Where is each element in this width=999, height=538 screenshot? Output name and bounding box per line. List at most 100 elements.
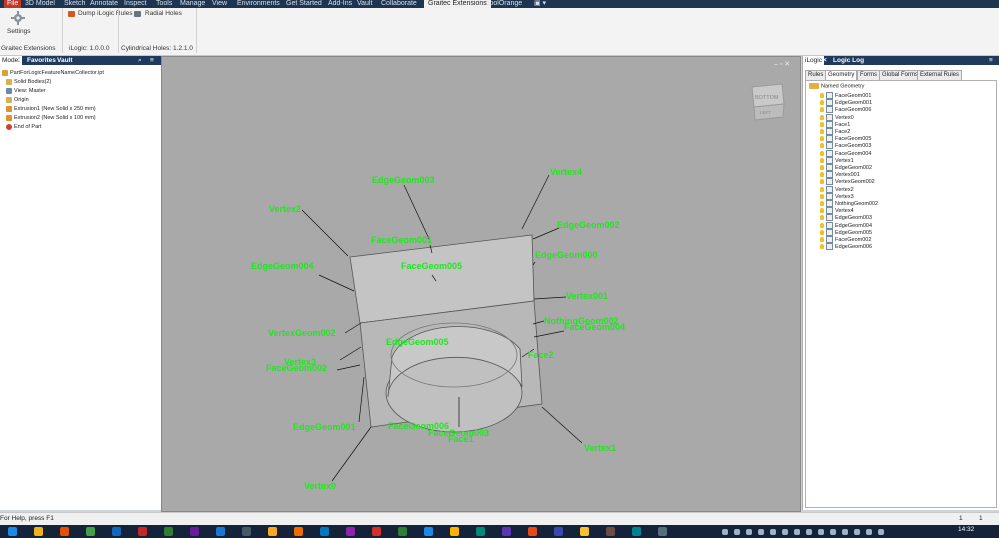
tray-icon[interactable]: [722, 529, 728, 535]
geometry-item[interactable]: Vertex1: [820, 156, 854, 164]
tab-favorites[interactable]: Favorites: [27, 56, 56, 65]
visibility-bulb-icon[interactable]: [820, 201, 824, 206]
geometry-item[interactable]: FaceGeom005: [820, 135, 871, 143]
taskbar-app-icon[interactable]: [632, 527, 641, 536]
taskbar-app-icon[interactable]: [216, 527, 225, 536]
taskbar-app-icon[interactable]: [528, 527, 537, 536]
menu-coolorange[interactable]: coolOrange: [486, 0, 522, 8]
visibility-bulb-icon[interactable]: [820, 215, 824, 221]
tab-logic-log[interactable]: Logic Log: [833, 56, 864, 65]
taskbar-app-icon[interactable]: [606, 527, 615, 536]
geometry-item[interactable]: Vertex4: [820, 207, 854, 215]
menu-add-ins[interactable]: Add-Ins: [328, 0, 352, 8]
geometry-item[interactable]: NothingGeom002: [820, 200, 878, 207]
menu-annotate[interactable]: Annotate: [90, 0, 118, 8]
radial-holes-button[interactable]: Radial Holes: [145, 10, 182, 17]
tab-ilogic[interactable]: iLogic: [803, 56, 824, 65]
geom-label[interactable]: Face2: [528, 350, 554, 360]
menu-3d-model[interactable]: 3D Model: [25, 0, 55, 8]
geom-label[interactable]: Vertex1: [584, 443, 616, 453]
geometry-item[interactable]: Face2: [820, 128, 850, 135]
geom-label[interactable]: Vertex001: [566, 291, 608, 301]
settings-icon[interactable]: [11, 11, 25, 25]
visibility-bulb-icon[interactable]: [820, 150, 824, 156]
visibility-bulb-icon[interactable]: [820, 186, 824, 192]
visibility-bulb-icon[interactable]: [820, 121, 824, 127]
taskbar-app-icon[interactable]: [268, 527, 277, 536]
geometry-item[interactable]: EdgeGeom004: [820, 221, 872, 229]
tray-icon[interactable]: [878, 529, 884, 535]
geom-label[interactable]: FaceGeom004: [564, 322, 625, 332]
tray-icon[interactable]: [746, 529, 752, 535]
geometry-item[interactable]: EdgeGeom006: [820, 243, 872, 251]
tray-icon[interactable]: [854, 529, 860, 535]
taskbar-app-icon[interactable]: [138, 527, 147, 536]
geometry-item[interactable]: Vertex0: [820, 113, 854, 121]
close-icon[interactable]: ✕: [822, 56, 827, 65]
geom-label[interactable]: EdgeGeom003: [372, 175, 435, 185]
geometry-item[interactable]: FaceGeom003: [820, 142, 871, 150]
search-icon[interactable]: ⌕: [138, 56, 142, 65]
taskbar-app-icon[interactable]: [34, 527, 43, 536]
taskbar-app-icon[interactable]: [580, 527, 589, 536]
geometry-item[interactable]: FaceGeom006: [820, 106, 871, 114]
menu-sketch[interactable]: Sketch: [64, 0, 85, 8]
visibility-bulb-icon[interactable]: [820, 93, 824, 98]
tray-icon[interactable]: [830, 529, 836, 535]
visibility-bulb-icon[interactable]: [820, 143, 824, 149]
visibility-bulb-icon[interactable]: [820, 107, 824, 113]
tree-item-origin[interactable]: Origin: [6, 96, 29, 104]
restore-icon[interactable]: – ▫ ✕: [774, 61, 790, 68]
taskbar-app-icon[interactable]: [294, 527, 303, 536]
tab-vault[interactable]: Vault: [57, 56, 73, 65]
taskbar-app-icon[interactable]: [242, 527, 251, 536]
visibility-bulb-icon[interactable]: [820, 244, 824, 250]
taskbar-app-icon[interactable]: [424, 527, 433, 536]
settings-button[interactable]: Settings: [7, 28, 31, 35]
tray-icon[interactable]: [734, 529, 740, 535]
viewcube[interactable]: BOTTOM LEFT: [751, 83, 785, 121]
visibility-bulb-icon[interactable]: [820, 100, 824, 106]
taskbar-app-icon[interactable]: [658, 527, 667, 536]
visibility-bulb-icon[interactable]: [820, 222, 824, 228]
visibility-bulb-icon[interactable]: [820, 114, 824, 120]
visibility-bulb-icon[interactable]: [820, 157, 824, 163]
geom-label[interactable]: FaceGeom001: [371, 235, 432, 245]
menu-overflow-icon[interactable]: ▣ ▾: [534, 0, 546, 8]
menu-icon[interactable]: ≡: [150, 56, 154, 65]
taskbar-app-icon[interactable]: [164, 527, 173, 536]
taskbar-app-icon[interactable]: [554, 527, 563, 536]
menu-collaborate[interactable]: Collaborate: [381, 0, 417, 8]
menu-graitec-extensions[interactable]: Graitec Extensions: [424, 0, 491, 8]
geometry-item[interactable]: EdgeGeom001: [820, 99, 872, 107]
tree-item-solid-bodies[interactable]: Solid Bodies(2): [6, 78, 51, 86]
taskbar-app-icon[interactable]: [476, 527, 485, 536]
geometry-item[interactable]: EdgeGeom005: [820, 228, 872, 236]
geom-label[interactable]: FaceGeom005: [401, 261, 462, 271]
visibility-bulb-icon[interactable]: [820, 208, 824, 214]
close-icon[interactable]: ✕: [16, 56, 21, 65]
tray-icon[interactable]: [806, 529, 812, 535]
taskbar-app-icon[interactable]: [450, 527, 459, 536]
geometry-item[interactable]: FaceGeom001: [820, 92, 871, 99]
taskbar-app-icon[interactable]: [372, 527, 381, 536]
menu-icon[interactable]: ≡: [989, 56, 993, 65]
taskbar-app-icon[interactable]: [60, 527, 69, 536]
taskbar-app-icon[interactable]: [190, 527, 199, 536]
tray-icon[interactable]: [818, 529, 824, 535]
tree-item-part[interactable]: PartForLogicFeatureNameCollector.ipt: [2, 69, 104, 77]
dump-ilogic-rules-button[interactable]: Dump iLogic Rules: [78, 10, 133, 17]
tree-item-extrusion1[interactable]: Extrusion1 (New Solid x 250 mm): [6, 105, 96, 113]
tray-icon[interactable]: [866, 529, 872, 535]
taskbar-app-icon[interactable]: [346, 527, 355, 536]
geom-label[interactable]: EdgeGeom000: [535, 250, 598, 260]
taskbar-app-icon[interactable]: [86, 527, 95, 536]
tray-icon[interactable]: [782, 529, 788, 535]
taskbar-app-icon[interactable]: [398, 527, 407, 536]
geom-label[interactable]: Face1: [448, 434, 474, 444]
named-geometry-root[interactable]: Named Geometry: [809, 83, 864, 90]
taskbar-app-icon[interactable]: [8, 527, 17, 536]
geometry-item[interactable]: EdgeGeom003: [820, 214, 872, 222]
visibility-bulb-icon[interactable]: [820, 165, 824, 170]
taskbar-app-icon[interactable]: [502, 527, 511, 536]
